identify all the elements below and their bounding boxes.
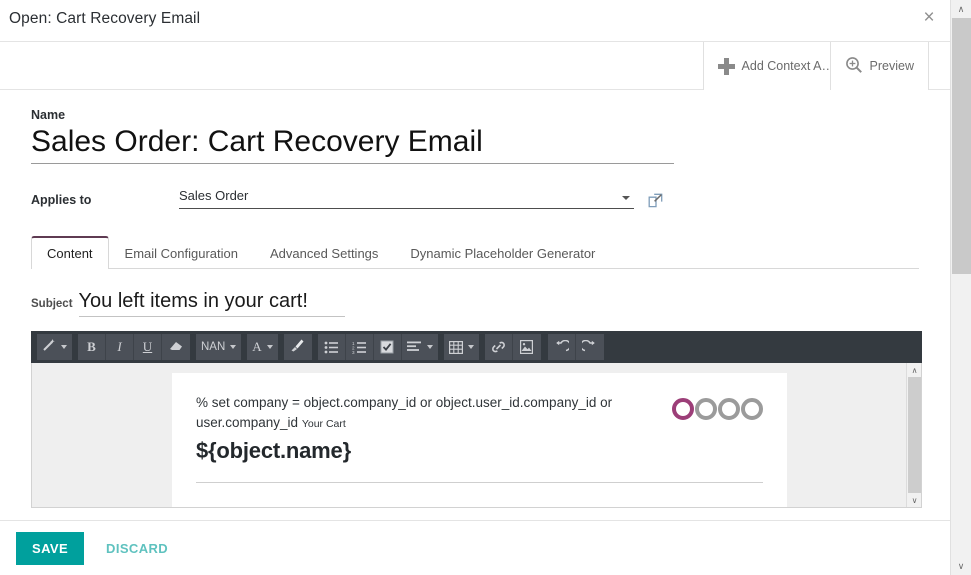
- chevron-down-icon[interactable]: [622, 196, 630, 200]
- paint-brush-icon: [290, 338, 305, 356]
- notebook-tabs: Content Email Configuration Advanced Set…: [31, 236, 919, 269]
- page-scrollbar-thumb[interactable]: [952, 18, 971, 274]
- editor-content-area[interactable]: % set company = object.company_id or obj…: [31, 363, 922, 508]
- add-context-action-label: Add Context A…: [741, 59, 834, 73]
- underline-button[interactable]: U: [134, 334, 162, 360]
- discard-button[interactable]: DISCARD: [100, 540, 174, 557]
- toolbar-group-fontsize: NAN: [196, 334, 242, 360]
- font-size-select[interactable]: NAN: [196, 334, 241, 360]
- page-scroll-down-icon[interactable]: ∨: [951, 557, 971, 575]
- dialog-footer: SAVE DISCARD: [0, 520, 950, 575]
- close-icon[interactable]: ×: [916, 5, 942, 31]
- image-button[interactable]: [513, 334, 541, 360]
- plus-icon: [717, 57, 735, 75]
- background-color-button[interactable]: [284, 334, 312, 360]
- toolbar-divider: [543, 334, 545, 360]
- editor-scrollbar-thumb[interactable]: [908, 377, 921, 499]
- preview-button[interactable]: Preview: [829, 42, 929, 90]
- applies-to-dropdown[interactable]: [179, 187, 634, 209]
- font-size-value: NAN: [201, 341, 226, 353]
- tab-dynamic-placeholder-generator[interactable]: Dynamic Placeholder Generator: [394, 236, 611, 269]
- svg-text:3: 3: [352, 349, 355, 353]
- name-input[interactable]: [31, 125, 674, 164]
- bold-button[interactable]: B: [78, 334, 106, 360]
- toolbar-group-table: [443, 334, 479, 360]
- align-button[interactable]: [402, 334, 438, 360]
- add-context-action-button[interactable]: Add Context A…: [702, 42, 834, 90]
- table-button[interactable]: [444, 334, 479, 360]
- font-color-icon: A: [252, 339, 262, 354]
- applies-to-input[interactable]: [179, 188, 609, 203]
- statusbar-buttons: Add Context A… Preview: [702, 42, 929, 90]
- unordered-list-button[interactable]: [318, 334, 346, 360]
- applies-to-field: Applies to: [31, 187, 919, 209]
- editor-scroll-down-icon[interactable]: ∨: [907, 493, 921, 507]
- page-title: Open: Cart Recovery Email: [9, 10, 201, 27]
- email-code-text: % set company = object.company_id or obj…: [196, 395, 613, 431]
- eraser-icon: [169, 339, 184, 356]
- email-card: % set company = object.company_id or obj…: [172, 373, 787, 507]
- tab-advanced-settings[interactable]: Advanced Settings: [254, 236, 394, 269]
- form-sheet: Name Applies to Content Email Configurat…: [0, 90, 950, 508]
- magic-wand-button[interactable]: [37, 334, 72, 360]
- page-scroll-up-icon[interactable]: ∧: [951, 0, 971, 18]
- wysiwyg-editor: B I U NAN A 1 2 3 % set company = object…: [31, 331, 922, 508]
- redo-button[interactable]: [576, 334, 604, 360]
- save-button[interactable]: SAVE: [16, 531, 85, 565]
- chevron-down-icon: [426, 345, 433, 349]
- toolbar-group-bgcolor: [283, 334, 312, 360]
- applies-to-label: Applies to: [31, 193, 92, 207]
- chevron-down-icon: [467, 345, 474, 349]
- subject-label: Subject: [31, 298, 73, 310]
- email-code-line: % set company = object.company_id or obj…: [196, 393, 666, 434]
- toolbar-group-style: [37, 334, 72, 360]
- subject-field: Subject: [31, 290, 919, 317]
- editor-scroll-up-icon[interactable]: ∧: [907, 363, 921, 377]
- email-small-text: Your Cart: [301, 418, 346, 431]
- page-scrollbar[interactable]: ∧ ∨: [950, 0, 971, 575]
- toolbar-group-format: B I U: [78, 334, 190, 360]
- chevron-down-icon: [266, 345, 273, 349]
- preview-label: Preview: [869, 59, 914, 73]
- email-divider: [196, 481, 763, 483]
- magnifier-plus-icon: [845, 56, 863, 77]
- ordered-list-button[interactable]: 1 2 3: [346, 334, 374, 360]
- magic-wand-icon: [42, 338, 56, 356]
- email-heading: ${object.name}: [196, 437, 351, 463]
- toolbar-divider-end: [606, 334, 608, 360]
- chevron-down-icon: [61, 345, 67, 349]
- toolbar-group-media: [484, 334, 541, 360]
- undo-button[interactable]: [548, 334, 576, 360]
- email-header-row: % set company = object.company_id or obj…: [196, 393, 763, 464]
- odoo-logo-icon: [672, 398, 763, 420]
- dialog-content-column: Open: Cart Recovery Email × Add Context …: [0, 0, 950, 575]
- editor-toolbar: B I U NAN A 1 2 3: [31, 331, 922, 363]
- email-header-text: % set company = object.company_id or obj…: [196, 393, 666, 464]
- dialog-header: Open: Cart Recovery Email ×: [0, 0, 950, 42]
- tab-email-configuration[interactable]: Email Configuration: [109, 236, 254, 269]
- external-link-icon[interactable]: [648, 193, 663, 208]
- link-button[interactable]: [485, 334, 513, 360]
- tab-content[interactable]: Content: [31, 236, 109, 269]
- email-preview-background: % set company = object.company_id or obj…: [32, 363, 921, 507]
- text-color-button[interactable]: A: [247, 334, 277, 360]
- name-label: Name: [31, 108, 66, 122]
- subject-input[interactable]: [78, 290, 345, 317]
- checklist-button[interactable]: [374, 334, 402, 360]
- statusbar: Add Context A… Preview: [0, 42, 950, 90]
- editor-scrollbar[interactable]: ∧ ∨: [906, 363, 921, 507]
- chevron-down-icon: [230, 345, 237, 349]
- italic-button[interactable]: I: [106, 334, 134, 360]
- toolbar-group-lists: 1 2 3: [317, 334, 438, 360]
- remove-format-button[interactable]: [162, 334, 190, 360]
- toolbar-group-history: [547, 334, 604, 360]
- toolbar-group-textcolor: A: [247, 334, 278, 360]
